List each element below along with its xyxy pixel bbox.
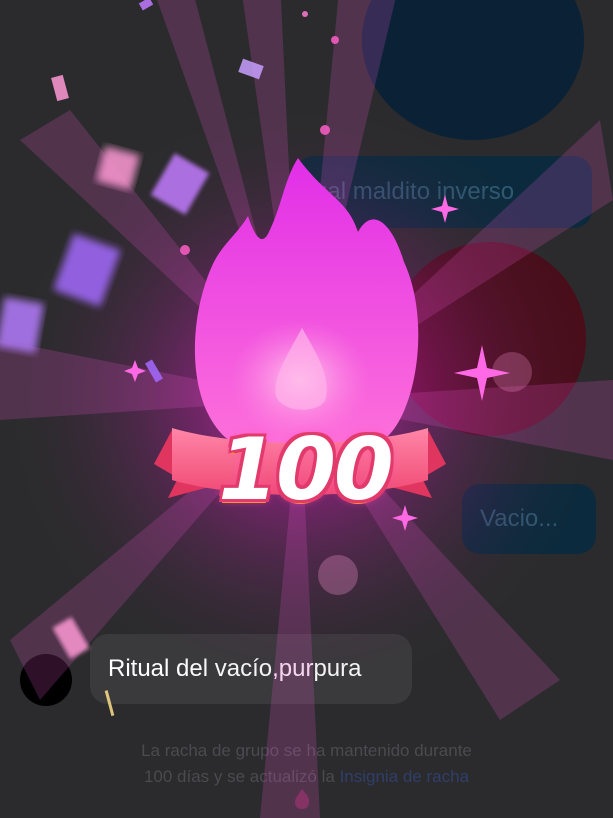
chat-bubble-text: Vacio... [480,505,559,532]
streak-count: 100 [218,420,394,520]
chat-bubble-text: ual maldito inverso [314,178,515,205]
streak-notice-prefix: 100 días y se actualizó la [143,767,340,786]
chat-bubble-received[interactable]: Ritual del vacío,purpura [90,634,412,704]
avatar-circle-top [362,0,584,140]
chat-bubble-sent-2[interactable]: Vacio... [462,484,596,554]
small-flame-icon [292,788,312,810]
avatar[interactable] [20,654,72,706]
chat-bubble-sent-1[interactable]: ual maldito inverso [296,156,592,228]
streak-badge-link[interactable]: Insignia de racha [340,767,469,786]
streak-notice: La racha de grupo se ha mantenido durant… [0,738,613,790]
avatar-circle-mid [392,242,586,436]
streak-notice-line2: 100 días y se actualizó la Insignia de r… [0,764,613,790]
streak-notice-line1: La racha de grupo se ha mantenido durant… [141,741,472,760]
chat-bubble-text: Ritual del vacío,purpura [108,655,362,682]
